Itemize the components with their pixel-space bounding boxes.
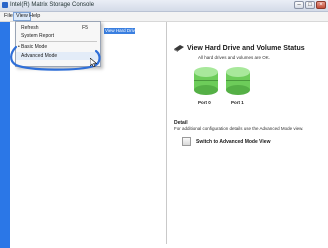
detail-text: For additional configuration details use… [174, 126, 304, 131]
menu-item-label: Advanced Mode [21, 53, 58, 59]
disk-port-1-icon [226, 67, 250, 95]
selected-bullet-icon: • [18, 44, 20, 50]
menu-item-system-report[interactable]: System Report [16, 32, 100, 40]
port-1-label: Port 1 [231, 100, 244, 105]
hard-drive-icon [174, 45, 184, 52]
menu-item-refresh[interactable]: Refresh F5 [16, 24, 100, 32]
app-icon [2, 2, 8, 8]
left-accent-bar [0, 22, 10, 248]
status-text: All hard drives and volumes are OK. [198, 55, 271, 60]
menu-item-shortcut: F5 [82, 25, 88, 31]
menu-item-advanced-mode[interactable]: Advanced Mode [16, 52, 100, 60]
port-0-label: Port 0 [198, 100, 211, 105]
maximize-button[interactable]: □ [305, 1, 315, 9]
page-title: View Hard Drive and Volume Status [187, 45, 305, 52]
view-dropdown-menu: Refresh F5 System Report • Basic Mode Adv… [15, 21, 101, 67]
switch-mode-icon[interactable] [182, 137, 191, 146]
menu-help[interactable]: Help [27, 12, 42, 21]
disk-volumes-illustration [194, 67, 250, 95]
menu-item-label: Refresh [21, 25, 39, 31]
menu-item-label: System Report [21, 33, 55, 39]
menu-item-basic-mode[interactable]: • Basic Mode [16, 43, 100, 51]
title-bar: Intel(R) Matrix Storage Console – □ × [0, 0, 328, 12]
window-controls: – □ × [294, 1, 326, 9]
mouse-cursor-icon [90, 58, 97, 67]
disk-port-0-icon [194, 67, 218, 95]
menu-item-label: • Basic Mode [18, 44, 48, 50]
switch-to-advanced-link[interactable]: Switch to Advanced Mode View [196, 139, 270, 145]
close-button[interactable]: × [316, 1, 326, 9]
minimize-button[interactable]: – [294, 1, 304, 9]
window-title: Intel(R) Matrix Storage Console [10, 2, 95, 8]
menu-separator [19, 41, 97, 42]
tree-item-selected[interactable]: View Hard Drives [104, 28, 135, 34]
